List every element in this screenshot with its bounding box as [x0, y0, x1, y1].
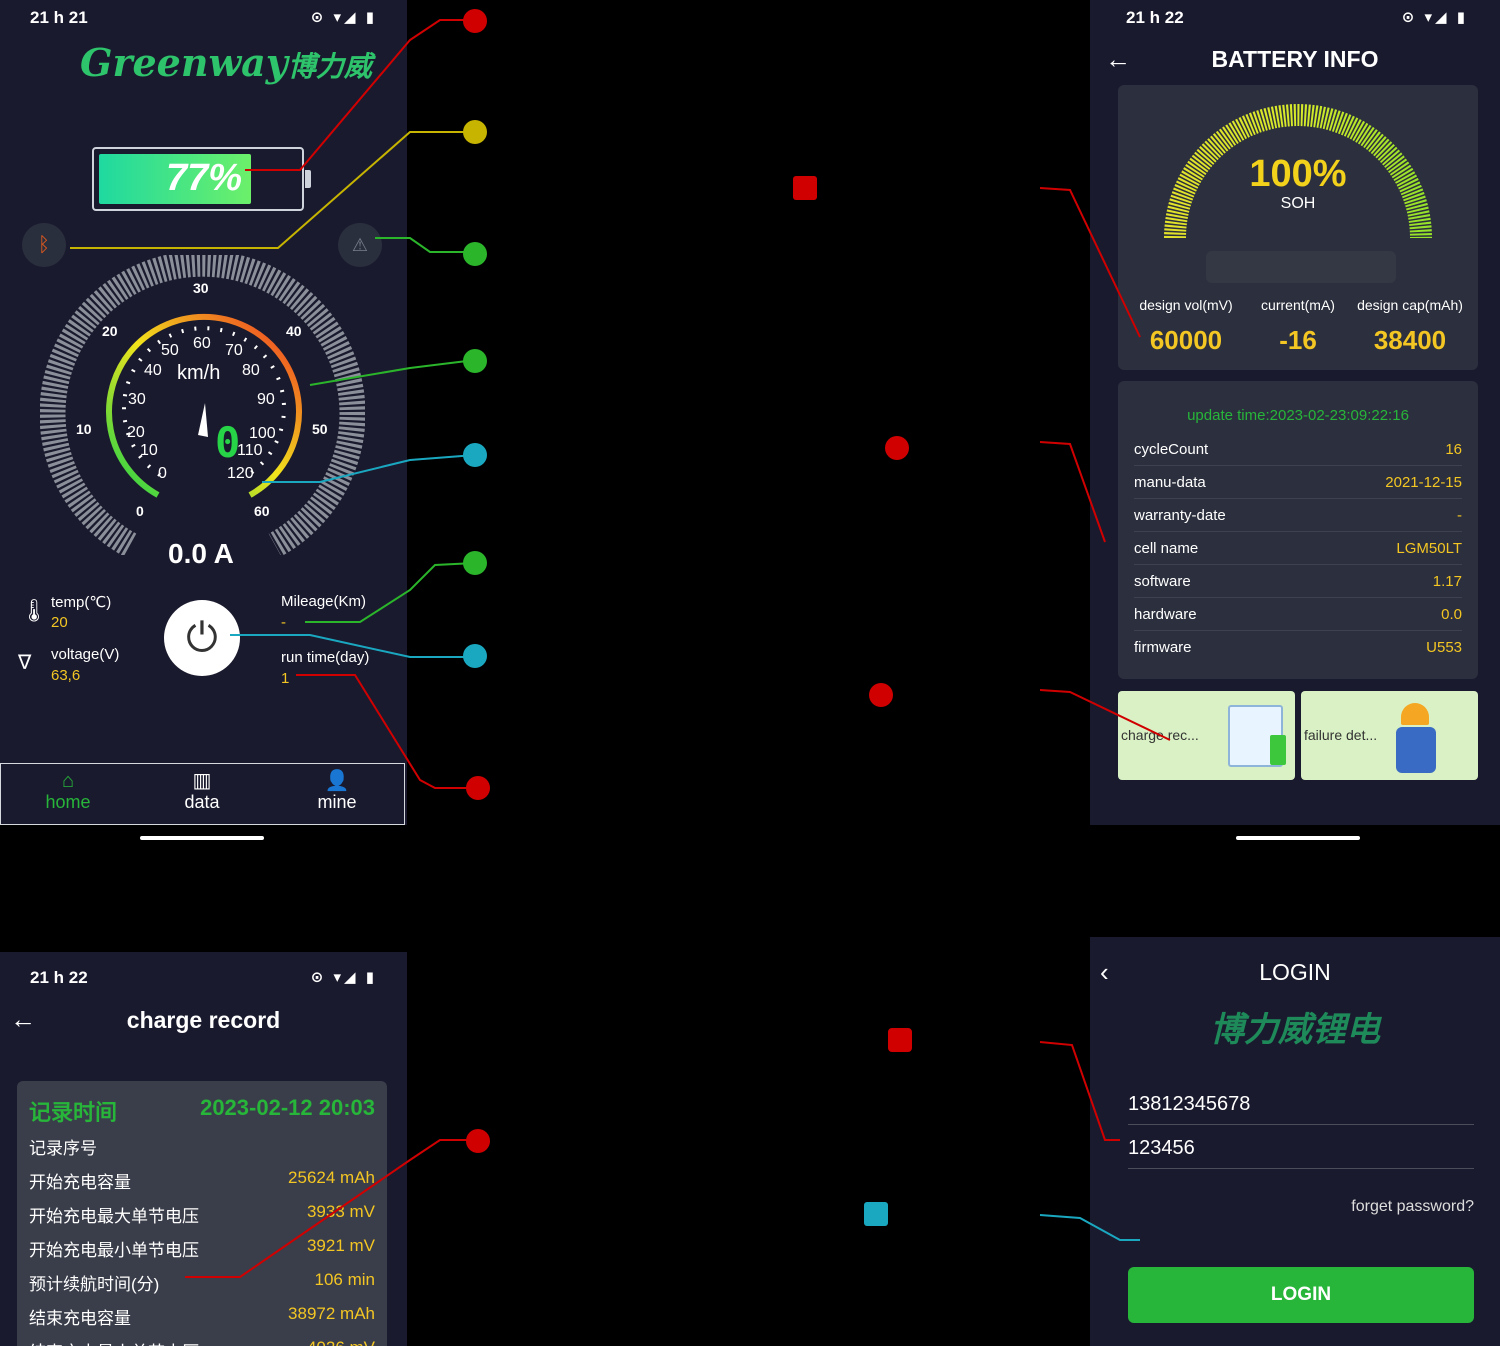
annotation-marker [869, 683, 893, 707]
annotation-marker [463, 443, 487, 467]
annotation-marker [463, 120, 487, 144]
annotation-marker [864, 1202, 888, 1226]
annotation-marker [466, 776, 490, 800]
annotation-marker [793, 176, 817, 200]
annotation-marker [888, 1028, 912, 1052]
annotation-marker [466, 1129, 490, 1153]
annotation-marker [463, 242, 487, 266]
annotation-marker [463, 9, 487, 33]
annotation-marker [885, 436, 909, 460]
annotation-marker [463, 644, 487, 668]
annotation-marker [463, 349, 487, 373]
annotation-lines [70, 19, 1171, 1278]
annotation-marker [463, 551, 487, 575]
